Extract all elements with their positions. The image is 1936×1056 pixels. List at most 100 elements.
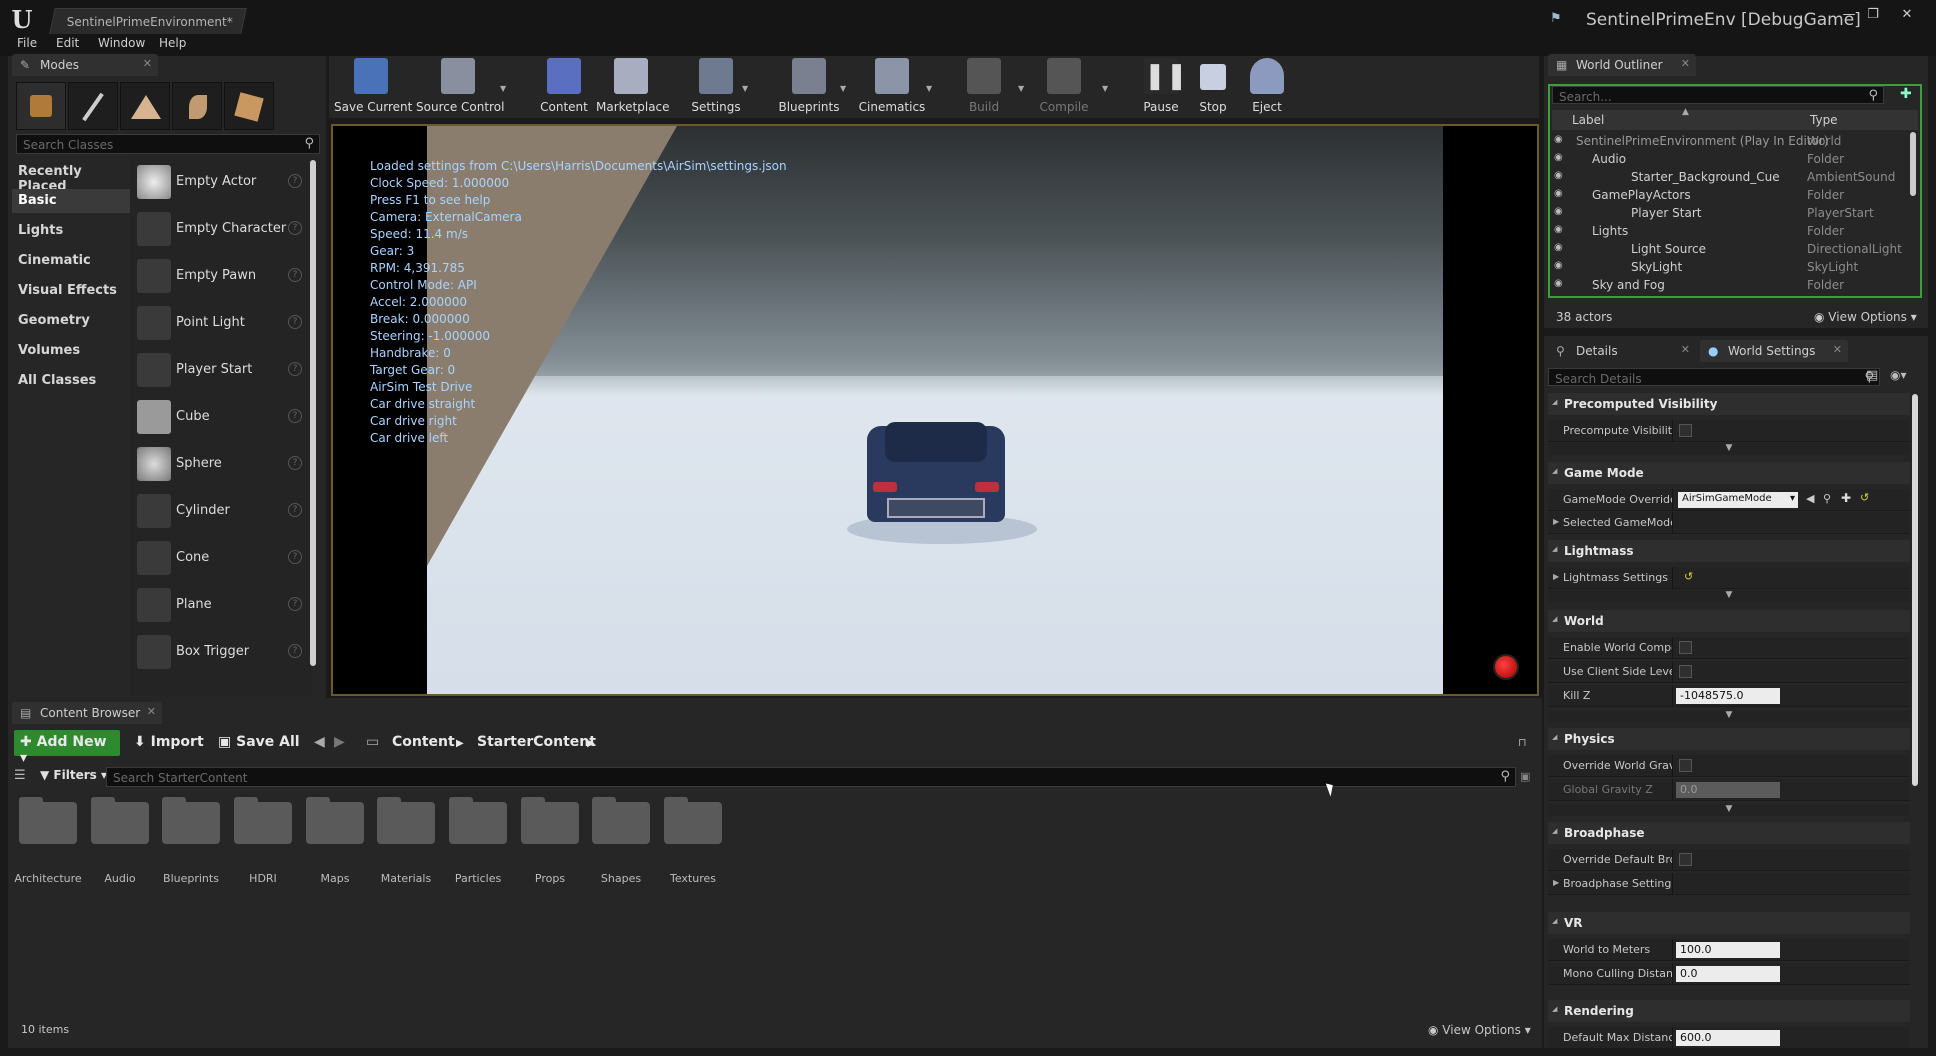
help-icon[interactable]: ? <box>288 597 302 611</box>
class-item-cube[interactable]: Cube? <box>132 395 308 439</box>
marketplace-button[interactable]: Marketplace <box>596 58 670 114</box>
foliage-mode-icon[interactable] <box>172 82 222 130</box>
eye-icon[interactable]: ◉ <box>1554 260 1563 271</box>
forward-arrow-icon[interactable]: ▶ <box>334 734 345 750</box>
help-icon[interactable]: ? <box>288 644 302 658</box>
compile-button[interactable]: Compile <box>1036 58 1092 114</box>
folder-label[interactable]: Maps <box>300 872 370 885</box>
eye-icon[interactable]: ◉▾ <box>1890 368 1907 382</box>
world-settings-tab[interactable]: ● World Settings ✕ <box>1700 340 1848 362</box>
folder-maps-icon[interactable] <box>306 797 364 844</box>
details-tab[interactable]: ⚲ Details ✕ <box>1548 340 1696 362</box>
eye-icon[interactable]: ◉ <box>1554 170 1563 181</box>
dropdown-arrow-icon[interactable]: ▼ <box>742 84 748 93</box>
close-icon[interactable]: ✕ <box>147 705 156 718</box>
section-precomputed-visibility[interactable]: Precomputed Visibility <box>1548 393 1910 415</box>
section-game-mode[interactable]: Game Mode <box>1548 462 1910 484</box>
category-recently-placed[interactable]: Recently Placed <box>12 160 130 194</box>
help-icon[interactable]: ? <box>288 503 302 517</box>
section-vr[interactable]: VR <box>1548 912 1910 934</box>
lock-icon[interactable]: ⊓ <box>1518 736 1527 749</box>
help-icon[interactable]: ? <box>288 174 302 188</box>
category-geometry[interactable]: Geometry <box>12 309 130 333</box>
help-icon[interactable]: ? <box>288 550 302 564</box>
sources-toggle-icon[interactable]: ☰ <box>14 768 26 783</box>
folder-textures-icon[interactable] <box>664 797 722 844</box>
outliner-row[interactable]: ◉ SkyLight SkyLight <box>1550 258 1910 276</box>
close-icon[interactable]: ✕ <box>1681 57 1690 70</box>
folder-audio-icon[interactable] <box>91 797 149 844</box>
folder-label[interactable]: Blueprints <box>156 872 226 885</box>
folder-blueprints-icon[interactable] <box>162 797 220 844</box>
menu-window[interactable]: Window <box>98 36 145 50</box>
property-matrix-icon[interactable]: ▤ <box>1866 368 1878 383</box>
outliner-row[interactable]: ◉ Audio Folder <box>1550 150 1910 168</box>
class-item-cylinder[interactable]: Cylinder? <box>132 489 308 533</box>
folder-label[interactable]: Materials <box>371 872 441 885</box>
property-row[interactable]: ▶ Selected GameMode <box>1548 512 1910 534</box>
save-all-button[interactable]: ▣ Save All <box>212 730 306 756</box>
folder-label[interactable]: Props <box>515 872 585 885</box>
breadcrumb-separator-icon[interactable]: ▶ <box>587 738 595 749</box>
class-item-cone[interactable]: Cone? <box>132 536 308 580</box>
enable-world-composition-checkbox[interactable] <box>1679 641 1692 654</box>
dropdown-arrow-icon[interactable]: ▼ <box>500 84 506 93</box>
folder-props-icon[interactable] <box>521 797 579 844</box>
advanced-expand-icon[interactable]: ▼ <box>1548 443 1910 455</box>
folder-particles-icon[interactable] <box>449 797 507 844</box>
place-mode-icon[interactable] <box>16 82 66 130</box>
close-icon[interactable]: ✕ <box>1681 343 1690 356</box>
search-classes-input[interactable]: Search Classes ⚲ <box>16 134 320 154</box>
document-tab[interactable]: SentinelPrimeEnvironment* <box>49 8 247 34</box>
kill-z-input[interactable]: -1048575.0 <box>1676 688 1780 704</box>
back-arrow-icon[interactable]: ◀ <box>314 734 325 750</box>
help-icon[interactable]: ? <box>288 315 302 329</box>
save-current-button[interactable]: Save Current <box>334 58 412 114</box>
override-world-gravity-checkbox[interactable] <box>1679 759 1692 772</box>
column-type[interactable]: Type <box>1810 113 1838 127</box>
dropdown-arrow-icon[interactable]: ▼ <box>926 84 932 93</box>
folder-materials-icon[interactable] <box>377 797 435 844</box>
outliner-row[interactable]: ◉ Starter_Background_Cue AmbientSound <box>1550 168 1910 186</box>
class-item-point-light[interactable]: Point Light? <box>132 301 308 345</box>
section-rendering[interactable]: Rendering <box>1548 1000 1910 1022</box>
save-search-icon[interactable]: ▣ <box>1520 770 1530 783</box>
outliner-scrollbar[interactable] <box>1910 132 1916 196</box>
eject-button[interactable]: Eject <box>1246 58 1288 114</box>
eye-icon[interactable]: ◉ <box>1554 242 1563 253</box>
dropdown-arrow-icon[interactable]: ▼ <box>1102 84 1108 93</box>
class-item-box-trigger[interactable]: Box Trigger? <box>132 630 308 674</box>
breadcrumb-startercontent[interactable]: StarterContent <box>477 734 596 750</box>
outliner-view-options-button[interactable]: ◉ View Options ▾ <box>1814 310 1917 324</box>
class-item-empty-character[interactable]: Empty Character? <box>132 207 308 251</box>
outliner-row[interactable]: ◉ Sky and Fog Folder <box>1550 276 1910 294</box>
outliner-row[interactable]: ◉ GamePlayActors Folder <box>1550 186 1910 204</box>
section-world[interactable]: World <box>1548 610 1910 632</box>
property-row[interactable]: ▶ Lightmass Settings ↺ <box>1548 567 1910 589</box>
section-physics[interactable]: Physics <box>1548 728 1910 750</box>
folder-label[interactable]: Shapes <box>586 872 656 885</box>
class-item-plane[interactable]: Plane? <box>132 583 308 627</box>
outliner-search-input[interactable]: Search... ⚲ <box>1552 86 1884 104</box>
reset-icon[interactable]: ↺ <box>1860 491 1869 504</box>
search-details-input[interactable]: Search Details ⚲ <box>1548 368 1880 386</box>
details-scrollbar[interactable] <box>1912 394 1918 786</box>
outliner-row[interactable]: ◉ SentinelPrimeEnvironment (Play In Edito… <box>1550 132 1910 150</box>
category-visual-effects[interactable]: Visual Effects <box>12 279 130 303</box>
content-browser-tab[interactable]: ▤ Content Browser ✕ <box>12 702 162 724</box>
property-row[interactable]: ▶ Broadphase Settings <box>1548 873 1910 895</box>
maximize-button[interactable]: ❐ <box>1862 6 1884 24</box>
blueprints-button[interactable]: Blueprints <box>778 58 840 114</box>
help-icon[interactable]: ? <box>288 221 302 235</box>
dropdown-arrow-icon[interactable]: ▼ <box>840 84 846 93</box>
class-item-player-start[interactable]: Player Start? <box>132 348 308 392</box>
record-button[interactable] <box>1493 654 1519 680</box>
help-icon[interactable]: ? <box>288 456 302 470</box>
class-item-empty-actor[interactable]: Empty Actor? <box>132 160 308 204</box>
minimize-button[interactable]: — <box>1838 6 1860 24</box>
folder-label[interactable]: Particles <box>443 872 513 885</box>
eye-icon[interactable]: ◉ <box>1554 206 1563 217</box>
folder-label[interactable]: Architecture <box>13 872 83 885</box>
eye-icon[interactable]: ◉ <box>1554 134 1563 145</box>
eye-icon[interactable]: ◉ <box>1554 152 1563 163</box>
